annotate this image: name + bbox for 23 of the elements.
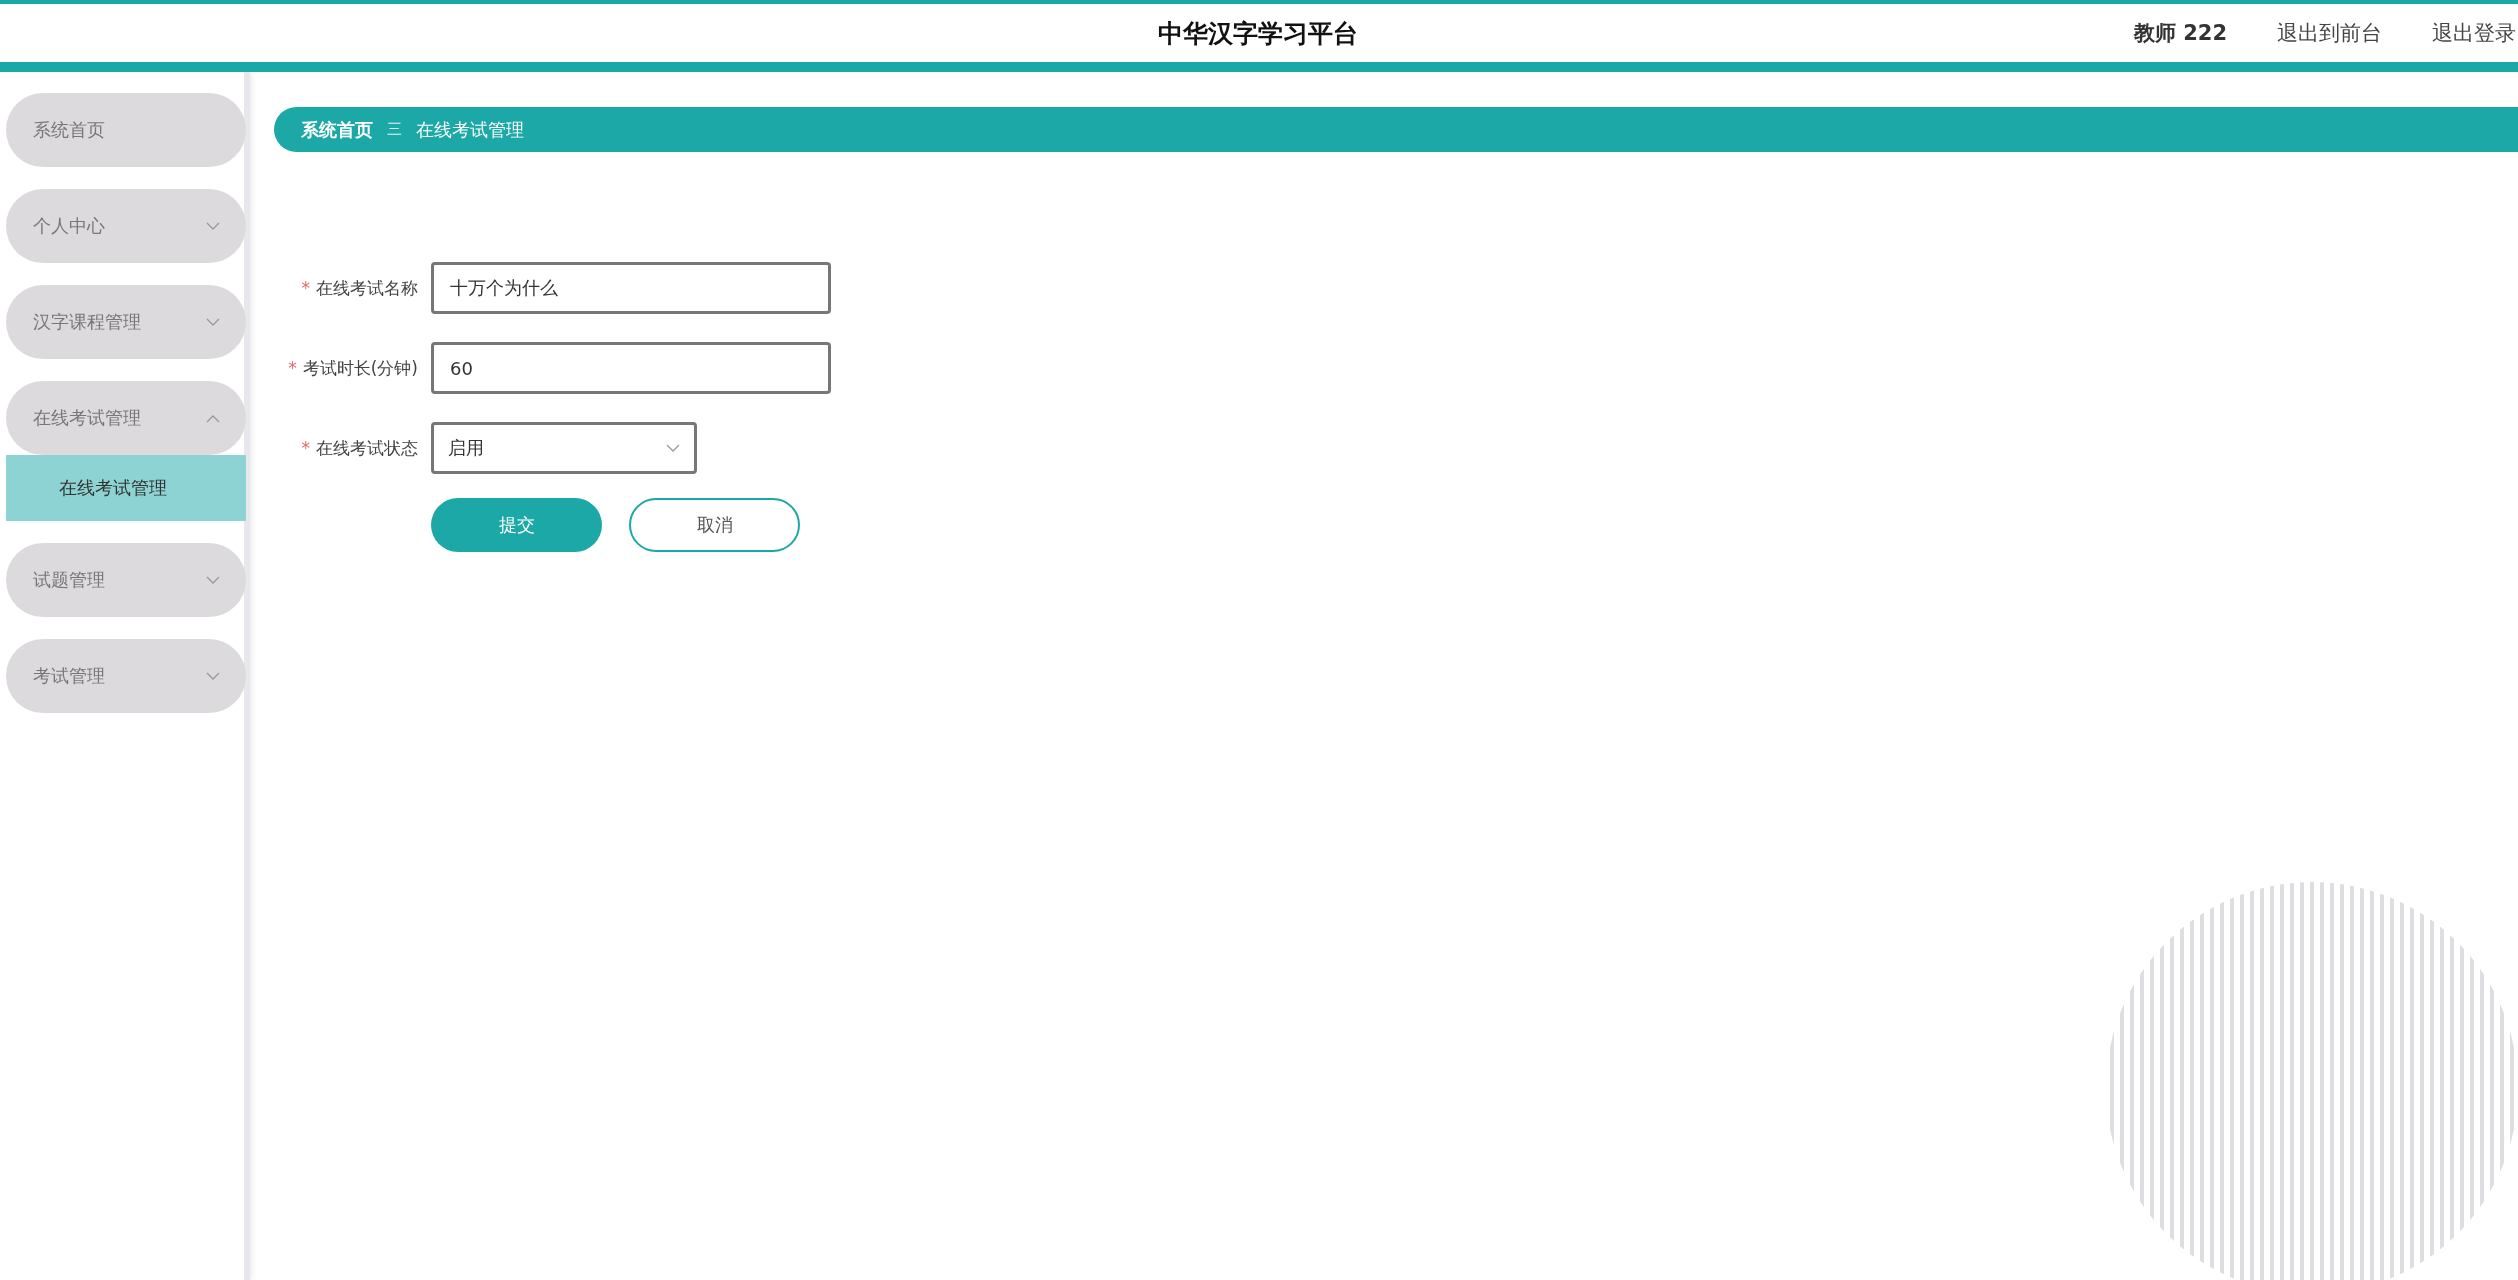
status-select[interactable]: 启用 <box>431 422 697 474</box>
submit-button[interactable]: 提交 <box>431 498 602 552</box>
header-link[interactable]: 退出到前台 <box>2277 19 2382 47</box>
breadcrumb-link[interactable]: 系统首页 <box>301 117 373 142</box>
breadcrumb-separator: 三 <box>387 120 402 139</box>
text-input-field[interactable]: 十万个为什么 <box>431 262 831 314</box>
sidebar-menu-item[interactable]: 汉字课程管理 <box>6 285 246 359</box>
field-label: * 在线考试状态 <box>300 436 418 460</box>
sidebar-menu-item[interactable]: 个人中心 <box>6 189 246 263</box>
field-label: * 在线考试名称 <box>300 276 418 300</box>
sidebar-menu-item[interactable]: 试题管理 <box>6 543 246 617</box>
header-link[interactable]: 退出登录 <box>2432 19 2516 47</box>
chevron-down-icon <box>666 443 680 453</box>
cancel-button[interactable]: 取消 <box>629 498 800 552</box>
sidebar-menu-item[interactable]: 系统首页 <box>6 93 246 167</box>
field-label: * 考试时长(分钟) <box>287 356 418 380</box>
sidebar-menu-item[interactable]: 在线考试管理 <box>6 381 246 455</box>
user-name: 教师 222 <box>2133 20 2227 47</box>
sidebar-submenu-item[interactable]: 在线考试管理 <box>6 455 246 521</box>
breadcrumb-link[interactable]: 在线考试管理 <box>416 117 524 142</box>
text-input-field[interactable]: 60 <box>431 342 831 394</box>
site-title: 中华汉字学习平台 <box>1158 17 1358 50</box>
sidebar-menu-item[interactable]: 考试管理 <box>6 639 246 713</box>
